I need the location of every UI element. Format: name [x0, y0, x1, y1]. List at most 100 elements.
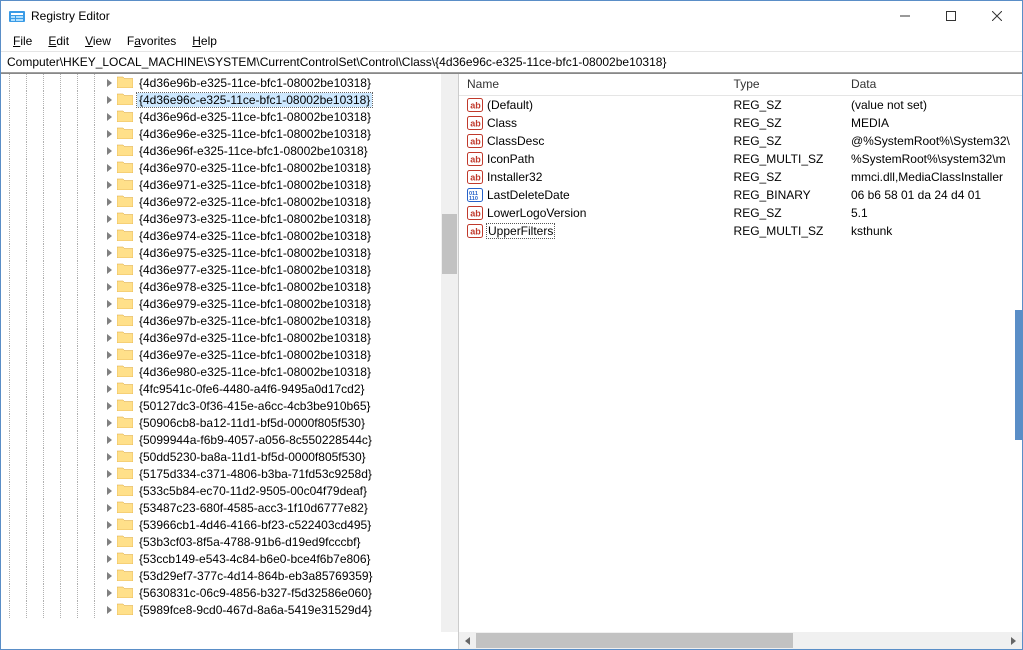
menu-view[interactable]: View: [77, 32, 119, 50]
column-header-data[interactable]: Data: [843, 74, 1022, 95]
list-row[interactable]: ClassREG_SZMEDIA: [459, 114, 1022, 132]
expand-collapse-icon[interactable]: [103, 74, 117, 91]
value-data: 5.1: [843, 206, 1022, 220]
tree-item[interactable]: {50dd5230-ba8a-11d1-bf5d-0000f805f530}: [1, 448, 375, 465]
tree-item[interactable]: {50906cb8-ba12-11d1-bf5d-0000f805f530}: [1, 414, 375, 431]
tree-item[interactable]: {4d36e970-e325-11ce-bfc1-08002be10318}: [1, 159, 375, 176]
menu-edit[interactable]: Edit: [40, 32, 77, 50]
expand-collapse-icon[interactable]: [103, 567, 117, 584]
tree-item[interactable]: {533c5b84-ec70-11d2-9505-00c04f79deaf}: [1, 482, 375, 499]
tree-item[interactable]: {5989fce8-9cd0-467d-8a6a-5419e31529d4}: [1, 601, 375, 618]
tree-item[interactable]: {5175d334-c371-4806-b3ba-71fd53c9258d}: [1, 465, 375, 482]
tree-item[interactable]: {4d36e97b-e325-11ce-bfc1-08002be10318}: [1, 312, 375, 329]
tree-item[interactable]: {5630831c-06c9-4856-b327-f5d32586e060}: [1, 584, 375, 601]
tree-item[interactable]: {53b3cf03-8f5a-4788-91b6-d19ed9fcccbf}: [1, 533, 375, 550]
tree-item[interactable]: {4d36e96f-e325-11ce-bfc1-08002be10318}: [1, 142, 375, 159]
list-row[interactable]: LowerLogoVersionREG_SZ5.1: [459, 204, 1022, 222]
address-bar[interactable]: Computer\HKEY_LOCAL_MACHINE\SYSTEM\Curre…: [1, 51, 1022, 73]
list-row[interactable]: Installer32REG_SZmmci.dll,MediaClassInst…: [459, 168, 1022, 186]
expand-collapse-icon[interactable]: [103, 125, 117, 142]
expand-collapse-icon[interactable]: [103, 244, 117, 261]
expand-collapse-icon[interactable]: [103, 363, 117, 380]
list-row[interactable]: LastDeleteDateREG_BINARY06 b6 58 01 da 2…: [459, 186, 1022, 204]
column-header-type[interactable]: Type: [726, 74, 843, 95]
menu-file[interactable]: File: [5, 32, 40, 50]
expand-collapse-icon[interactable]: [103, 261, 117, 278]
tree-item[interactable]: {5099944a-f6b9-4057-a056-8c550228544c}: [1, 431, 375, 448]
value-name: (Default): [487, 98, 533, 112]
tree-item[interactable]: {4d36e96b-e325-11ce-bfc1-08002be10318}: [1, 74, 375, 91]
expand-collapse-icon[interactable]: [103, 414, 117, 431]
expand-collapse-icon[interactable]: [103, 499, 117, 516]
tree-item[interactable]: {4d36e971-e325-11ce-bfc1-08002be10318}: [1, 176, 375, 193]
folder-icon: [117, 517, 137, 533]
expand-collapse-icon[interactable]: [103, 329, 117, 346]
tree-vertical-scrollbar[interactable]: [441, 74, 458, 632]
expand-collapse-icon[interactable]: [103, 159, 117, 176]
tree-item-label: {4d36e97d-e325-11ce-bfc1-08002be10318}: [137, 331, 373, 345]
tree-item[interactable]: {50127dc3-0f36-415e-a6cc-4cb3be910b65}: [1, 397, 375, 414]
tree-item[interactable]: {4d36e96c-e325-11ce-bfc1-08002be10318}: [1, 91, 375, 108]
tree-item[interactable]: {4d36e97e-e325-11ce-bfc1-08002be10318}: [1, 346, 375, 363]
tree-item-label: {50906cb8-ba12-11d1-bf5d-0000f805f530}: [137, 416, 367, 430]
folder-icon: [117, 551, 137, 567]
menu-favorites[interactable]: Favorites: [119, 32, 184, 50]
list-row[interactable]: (Default)REG_SZ(value not set): [459, 96, 1022, 114]
expand-collapse-icon[interactable]: [103, 295, 117, 312]
minimize-button[interactable]: [882, 1, 928, 31]
scrollbar-thumb[interactable]: [476, 633, 793, 648]
scrollbar-thumb[interactable]: [442, 214, 457, 274]
expand-collapse-icon[interactable]: [103, 346, 117, 363]
tree-item[interactable]: {4d36e975-e325-11ce-bfc1-08002be10318}: [1, 244, 375, 261]
menu-help[interactable]: Help: [184, 32, 225, 50]
tree-item[interactable]: {4d36e980-e325-11ce-bfc1-08002be10318}: [1, 363, 375, 380]
column-header-name[interactable]: Name: [459, 74, 726, 95]
scroll-right-button[interactable]: [1005, 632, 1022, 649]
tree-item[interactable]: {53487c23-680f-4585-acc3-1f10d6777e82}: [1, 499, 375, 516]
tree-item-label: {53966cb1-4d46-4166-bf23-c522403cd495}: [137, 518, 373, 532]
expand-collapse-icon[interactable]: [103, 448, 117, 465]
tree-item[interactable]: {4d36e977-e325-11ce-bfc1-08002be10318}: [1, 261, 375, 278]
tree-item[interactable]: {53966cb1-4d46-4166-bf23-c522403cd495}: [1, 516, 375, 533]
tree-item[interactable]: {53d29ef7-377c-4d14-864b-eb3a85769359}: [1, 567, 375, 584]
expand-collapse-icon[interactable]: [103, 465, 117, 482]
expand-collapse-icon[interactable]: [103, 431, 117, 448]
maximize-button[interactable]: [928, 1, 974, 31]
scroll-left-button[interactable]: [459, 632, 476, 649]
expand-collapse-icon[interactable]: [103, 533, 117, 550]
expand-collapse-icon[interactable]: [103, 584, 117, 601]
tree-item[interactable]: {4d36e979-e325-11ce-bfc1-08002be10318}: [1, 295, 375, 312]
tree-pane[interactable]: {4d36e96b-e325-11ce-bfc1-08002be10318}{4…: [1, 74, 459, 649]
expand-collapse-icon[interactable]: [103, 380, 117, 397]
expand-collapse-icon[interactable]: [103, 278, 117, 295]
list-horizontal-scrollbar[interactable]: [459, 632, 1022, 649]
list-row[interactable]: UpperFiltersREG_MULTI_SZksthunk: [459, 222, 1022, 240]
expand-collapse-icon[interactable]: [103, 516, 117, 533]
tree-item[interactable]: {4d36e974-e325-11ce-bfc1-08002be10318}: [1, 227, 375, 244]
tree-item[interactable]: {53ccb149-e543-4c84-b6e0-bce4f6b7e806}: [1, 550, 375, 567]
list-row[interactable]: IconPathREG_MULTI_SZ%SystemRoot%\system3…: [459, 150, 1022, 168]
expand-collapse-icon[interactable]: [103, 210, 117, 227]
expand-collapse-icon[interactable]: [103, 91, 117, 108]
expand-collapse-icon[interactable]: [103, 142, 117, 159]
tree-item[interactable]: {4d36e97d-e325-11ce-bfc1-08002be10318}: [1, 329, 375, 346]
expand-collapse-icon[interactable]: [103, 227, 117, 244]
list-row[interactable]: ClassDescREG_SZ@%SystemRoot%\System32\: [459, 132, 1022, 150]
expand-collapse-icon[interactable]: [103, 193, 117, 210]
tree-item[interactable]: {4d36e973-e325-11ce-bfc1-08002be10318}: [1, 210, 375, 227]
tree-item[interactable]: {4d36e972-e325-11ce-bfc1-08002be10318}: [1, 193, 375, 210]
expand-collapse-icon[interactable]: [103, 176, 117, 193]
tree-item-label: {50127dc3-0f36-415e-a6cc-4cb3be910b65}: [137, 399, 373, 413]
expand-collapse-icon[interactable]: [103, 312, 117, 329]
tree-item[interactable]: {4fc9541c-0fe6-4480-a4f6-9495a0d17cd2}: [1, 380, 375, 397]
expand-collapse-icon[interactable]: [103, 397, 117, 414]
expand-collapse-icon[interactable]: [103, 108, 117, 125]
tree-item[interactable]: {4d36e978-e325-11ce-bfc1-08002be10318}: [1, 278, 375, 295]
expand-collapse-icon[interactable]: [103, 601, 117, 618]
tree-item[interactable]: {4d36e96e-e325-11ce-bfc1-08002be10318}: [1, 125, 375, 142]
list-body[interactable]: (Default)REG_SZ(value not set)ClassREG_S…: [459, 96, 1022, 632]
close-button[interactable]: [974, 1, 1020, 31]
expand-collapse-icon[interactable]: [103, 550, 117, 567]
tree-item[interactable]: {4d36e96d-e325-11ce-bfc1-08002be10318}: [1, 108, 375, 125]
expand-collapse-icon[interactable]: [103, 482, 117, 499]
